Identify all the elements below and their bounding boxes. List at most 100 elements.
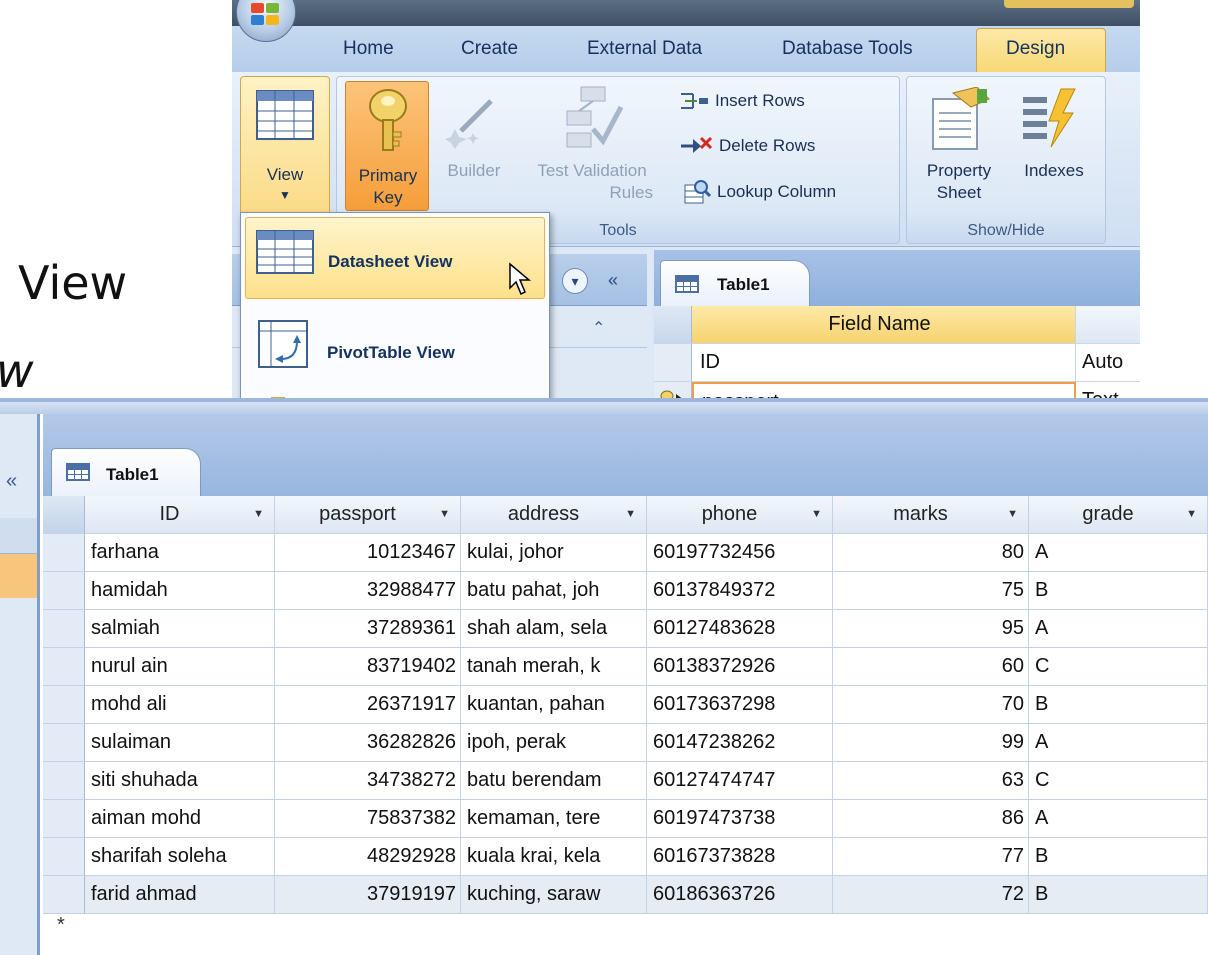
cell-grade[interactable]: B [1029, 838, 1208, 876]
menu-item-pivottable-view[interactable]: PivotTable View [245, 307, 545, 391]
cell-phone[interactable]: 60137849372 [647, 572, 833, 610]
cell-passport[interactable]: 37919197 [275, 876, 461, 914]
table-row[interactable]: siti shuhada 34738272 batu berendam 6012747… [43, 762, 1208, 800]
cell-grade[interactable]: C [1029, 648, 1208, 686]
cell-address[interactable]: ipoh, perak [461, 724, 647, 762]
cell-phone[interactable]: 60197732456 [647, 534, 833, 572]
row-selector[interactable] [43, 724, 85, 762]
row-selector[interactable] [43, 838, 85, 876]
cell-grade[interactable]: A [1029, 800, 1208, 838]
cell-phone[interactable]: 60167373828 [647, 838, 833, 876]
cell-id[interactable]: sharifah soleha [85, 838, 275, 876]
tab-design[interactable]: Design [1006, 38, 1065, 60]
table-row[interactable]: mohd ali 26371917 kuantan, pahan 6017363729… [43, 686, 1208, 724]
insert-rows-button[interactable]: Insert Rows [679, 91, 805, 111]
column-header-marks[interactable]: marks ▼ [833, 496, 1029, 534]
cell-grade[interactable]: A [1029, 724, 1208, 762]
row-selector[interactable] [43, 800, 85, 838]
table-row[interactable]: hamidah 32988477 batu pahat, joh 6013784937… [43, 572, 1208, 610]
delete-rows-button[interactable]: Delete Rows [679, 135, 815, 157]
cell-passport[interactable]: 48292928 [275, 838, 461, 876]
cell-grade[interactable]: A [1029, 534, 1208, 572]
cell-id[interactable]: aiman mohd [85, 800, 275, 838]
cell-marks[interactable]: 75 [833, 572, 1029, 610]
cell-grade[interactable]: B [1029, 686, 1208, 724]
cell-id[interactable]: farid ahmad [85, 876, 275, 914]
cell-phone[interactable]: 60127483628 [647, 610, 833, 648]
cell-passport[interactable]: 34738272 [275, 762, 461, 800]
chevron-down-icon[interactable]: ▼ [1007, 508, 1018, 520]
cell-id[interactable]: hamidah [85, 572, 275, 610]
row-selector[interactable] [43, 610, 85, 648]
cell-marks[interactable]: 72 [833, 876, 1029, 914]
table-row[interactable]: aiman mohd 75837382 kemaman, tere 601974737… [43, 800, 1208, 838]
table-row[interactable]: farid ahmad 37919197 kuching, saraw 6018636… [43, 876, 1208, 914]
cell-marks[interactable]: 95 [833, 610, 1029, 648]
cell-phone[interactable]: 60173637298 [647, 686, 833, 724]
tab-external-data[interactable]: External Data [587, 38, 702, 60]
cell-passport[interactable]: 10123467 [275, 534, 461, 572]
table-row[interactable]: nurul ain 83719402 tanah merah, k 601383729… [43, 648, 1208, 686]
cell-id[interactable]: salmiah [85, 610, 275, 648]
test-validation-label-1[interactable]: Test Validation [517, 161, 667, 181]
cell-id[interactable]: sulaiman [85, 724, 275, 762]
cell-passport[interactable]: 83719402 [275, 648, 461, 686]
cell-id[interactable]: nurul ain [85, 648, 275, 686]
tab-create[interactable]: Create [461, 38, 518, 60]
row-selector[interactable] [43, 572, 85, 610]
cell-marks[interactable]: 70 [833, 686, 1029, 724]
row-selector[interactable] [43, 686, 85, 724]
cell-address[interactable]: kuantan, pahan [461, 686, 647, 724]
chevron-down-icon[interactable]: ▼ [811, 508, 822, 520]
cell-phone[interactable]: 60138372926 [647, 648, 833, 686]
property-sheet-label-1[interactable]: Property [907, 161, 1011, 181]
nav-pane-selected-item[interactable] [0, 554, 37, 598]
column-header-phone[interactable]: phone ▼ [647, 496, 833, 534]
primary-key-button[interactable]: Primary Key [345, 81, 429, 211]
cell-address[interactable]: batu berendam [461, 762, 647, 800]
cell-address[interactable]: kulai, johor [461, 534, 647, 572]
cell-passport[interactable]: 37289361 [275, 610, 461, 648]
cell-marks[interactable]: 63 [833, 762, 1029, 800]
column-header-address[interactable]: address ▼ [461, 496, 647, 534]
row-selector[interactable] [43, 876, 85, 914]
nav-menu-chevron-icon[interactable]: ▾ [562, 268, 588, 294]
cell-marks[interactable]: 77 [833, 838, 1029, 876]
cell-passport[interactable]: 36282826 [275, 724, 461, 762]
chevron-down-icon[interactable]: ▼ [625, 508, 636, 520]
cell-id[interactable]: farhana [85, 534, 275, 572]
chevron-down-icon[interactable]: ▼ [439, 508, 450, 520]
column-header-passport[interactable]: passport ▼ [275, 496, 461, 534]
menu-item-datasheet-view[interactable]: Datasheet View [245, 217, 545, 299]
select-all-corner[interactable] [654, 306, 692, 343]
lookup-column-button[interactable]: Lookup Column [683, 179, 836, 205]
chevron-down-icon[interactable]: ▼ [253, 508, 264, 520]
cell-marks[interactable]: 80 [833, 534, 1029, 572]
builder-button[interactable]: Builder [433, 161, 515, 181]
cell-phone[interactable]: 60197473738 [647, 800, 833, 838]
table-row[interactable]: sharifah soleha 48292928 kuala krai, kela 6… [43, 838, 1208, 876]
field-name-cell[interactable]: ID [692, 344, 1076, 381]
cell-phone[interactable]: 60147238262 [647, 724, 833, 762]
cell-passport[interactable]: 26371917 [275, 686, 461, 724]
table1-datasheet-tab[interactable]: Table1 [51, 448, 201, 496]
tab-home[interactable]: Home [343, 38, 394, 60]
cell-address[interactable]: tanah merah, k [461, 648, 647, 686]
table1-design-tab[interactable]: Table1 [660, 260, 810, 306]
cell-passport[interactable]: 32988477 [275, 572, 461, 610]
row-selector[interactable] [43, 762, 85, 800]
collapse-group-icon[interactable]: ⌃ [592, 318, 605, 338]
cell-marks[interactable]: 86 [833, 800, 1029, 838]
cell-address[interactable]: batu pahat, joh [461, 572, 647, 610]
cell-address[interactable]: kemaman, tere [461, 800, 647, 838]
collapse-pane-icon[interactable]: « [600, 268, 626, 294]
cell-id[interactable]: siti shuhada [85, 762, 275, 800]
cell-address[interactable]: kuching, saraw [461, 876, 647, 914]
table-row[interactable]: sulaiman 36282826 ipoh, perak 60147238262 99… [43, 724, 1208, 762]
row-selector[interactable] [654, 344, 692, 381]
cell-marks[interactable]: 99 [833, 724, 1029, 762]
row-selector[interactable] [43, 534, 85, 572]
cell-address[interactable]: kuala krai, kela [461, 838, 647, 876]
collapse-pane-icon[interactable]: « [6, 470, 17, 493]
chevron-down-icon[interactable]: ▼ [1186, 508, 1197, 520]
